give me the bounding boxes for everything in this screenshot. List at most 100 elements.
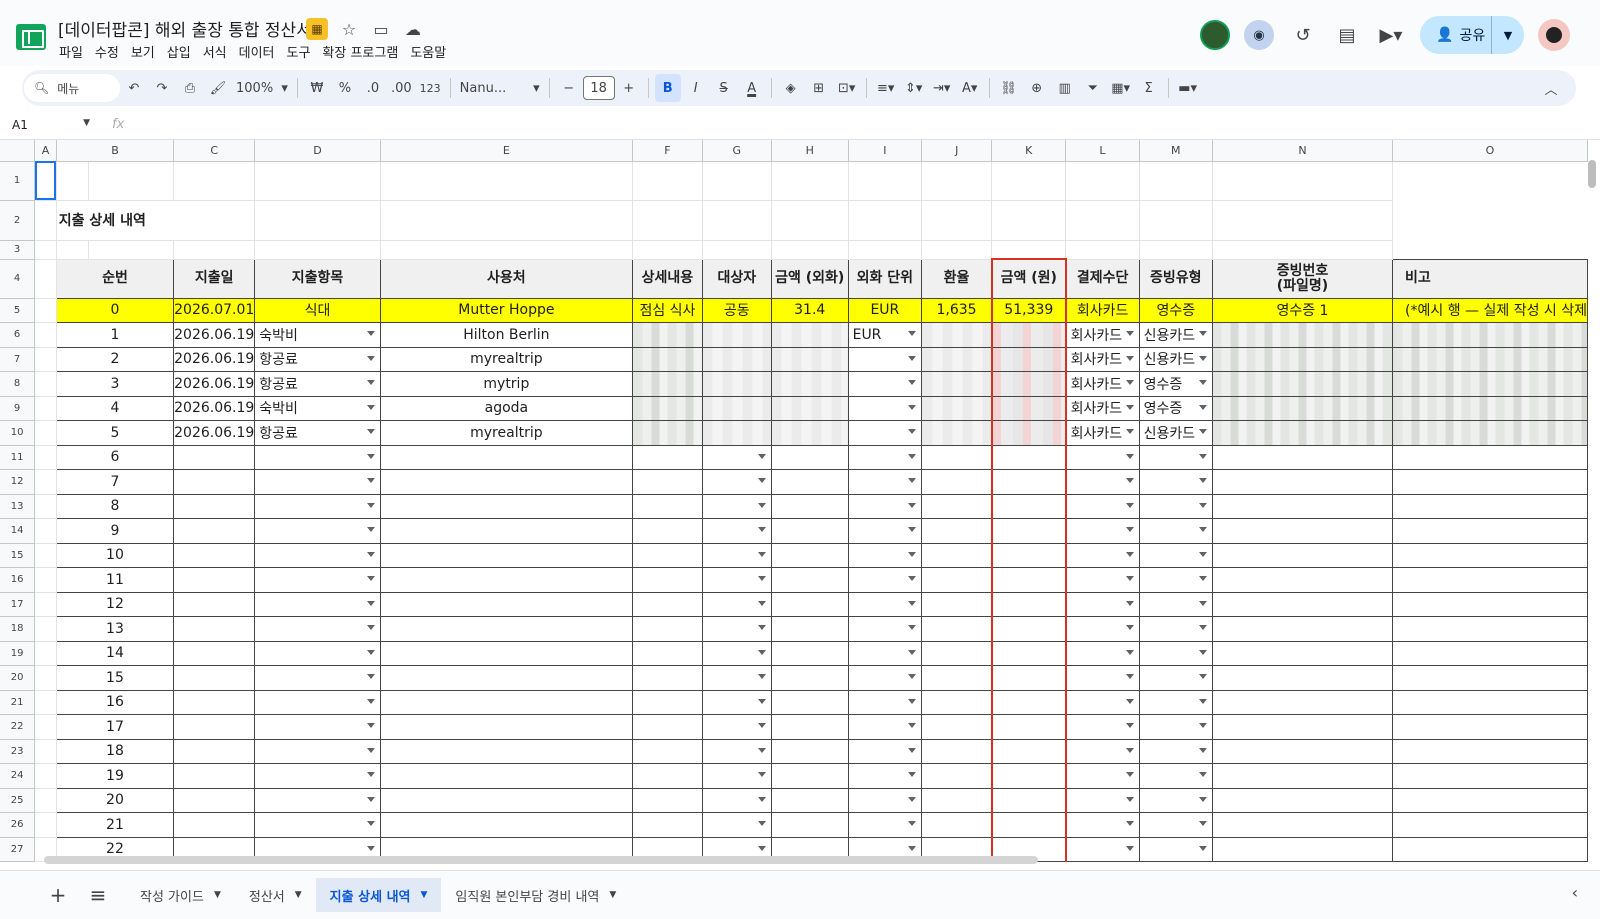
select-all-corner[interactable] — [0, 140, 36, 162]
amount-krw-cell[interactable] — [990, 763, 1067, 789]
target-dropdown[interactable] — [701, 640, 772, 666]
target-dropdown[interactable] — [701, 616, 772, 642]
payment-method-dropdown[interactable] — [1065, 616, 1140, 642]
row-header[interactable]: 17 — [0, 592, 36, 617]
dropdown-chevron-icon[interactable] — [366, 821, 375, 826]
dropdown-chevron-icon[interactable] — [1125, 527, 1134, 532]
menu-extensions[interactable]: 확장 프로그램 — [320, 42, 404, 61]
dropdown-chevron-icon[interactable] — [1198, 649, 1207, 655]
expense-category-dropdown[interactable]: 숙박비 — [254, 322, 381, 348]
cell[interactable] — [1065, 240, 1140, 260]
dropdown-chevron-icon[interactable] — [1198, 747, 1207, 753]
dropdown-chevron-icon[interactable] — [1125, 821, 1134, 826]
dropdown-chevron-icon[interactable] — [757, 478, 766, 483]
amount-fx-cell[interactable] — [770, 591, 849, 617]
proof-number-cell[interactable] — [1211, 567, 1394, 593]
payment-method-dropdown[interactable] — [1065, 836, 1140, 862]
proof-type-dropdown[interactable] — [1138, 518, 1213, 544]
tab-menu-icon[interactable]: ▼ — [420, 890, 427, 900]
cell[interactable] — [254, 240, 381, 260]
amount-fx-cell[interactable] — [770, 689, 849, 715]
dropdown-chevron-icon[interactable] — [908, 380, 917, 385]
detail-cell[interactable] — [632, 591, 703, 617]
proof-type-dropdown[interactable] — [1138, 567, 1213, 593]
row-number[interactable]: 9 — [55, 518, 175, 544]
row-header[interactable]: 24 — [0, 763, 36, 789]
increase-decimal-button[interactable]: .00 — [388, 74, 415, 102]
tab-expense-details[interactable]: 지출 상세 내역 ▼ — [315, 878, 442, 912]
dropdown-chevron-icon[interactable] — [908, 355, 917, 361]
row-number[interactable]: 11 — [55, 567, 175, 593]
expense-date[interactable] — [173, 591, 256, 617]
rate-cell[interactable] — [921, 738, 993, 764]
rate-cell[interactable] — [921, 812, 993, 838]
vendor-cell[interactable]: agoda — [379, 395, 634, 421]
borders-icon[interactable]: ⊞ — [806, 74, 832, 102]
rate-cell[interactable] — [921, 714, 993, 740]
row-header[interactable]: 25 — [0, 788, 36, 813]
expense-date[interactable]: 2026.06.19 — [173, 420, 256, 446]
document-title[interactable]: [데이터팝콘] 해외 출장 통합 정산서 — [58, 16, 312, 41]
account-avatar[interactable] — [1538, 19, 1570, 51]
cell[interactable] — [254, 200, 381, 241]
expense-category-dropdown[interactable] — [254, 763, 381, 789]
name-box[interactable]: A1 ▼ — [12, 118, 90, 132]
currency-dropdown[interactable] — [847, 371, 923, 397]
column-header-j[interactable]: J — [921, 140, 993, 162]
proof-type-dropdown[interactable] — [1138, 763, 1213, 789]
insert-link-icon[interactable]: ⛓ — [996, 74, 1022, 102]
cell[interactable] — [991, 200, 1067, 241]
insert-chart-icon[interactable]: ▥ — [1052, 74, 1078, 102]
detail-cell[interactable] — [632, 616, 703, 642]
example-amount-krw[interactable]: 51,339 — [990, 297, 1067, 323]
expense-date[interactable] — [173, 787, 256, 813]
dropdown-chevron-icon[interactable] — [908, 331, 917, 336]
proof-type-dropdown[interactable] — [1138, 469, 1213, 495]
expense-category-dropdown[interactable] — [254, 689, 381, 715]
cell[interactable] — [380, 200, 634, 241]
cell[interactable] — [848, 200, 923, 241]
payment-method-dropdown[interactable]: 회사카드 — [1065, 371, 1140, 397]
proof-type-dropdown[interactable]: 영수증 — [1138, 395, 1213, 421]
expense-category-dropdown[interactable] — [254, 640, 381, 666]
dropdown-chevron-icon[interactable] — [908, 453, 917, 459]
menu-view[interactable]: 보기 — [129, 42, 161, 61]
payment-method-dropdown[interactable]: 회사카드 — [1065, 346, 1140, 372]
amount-krw-cell[interactable] — [990, 640, 1067, 666]
font-size-input[interactable]: 18 — [582, 76, 615, 100]
cell[interactable] — [254, 161, 381, 201]
currency-dropdown[interactable] — [847, 493, 923, 519]
cell[interactable] — [34, 518, 57, 544]
dropdown-chevron-icon[interactable] — [1125, 331, 1134, 336]
proof-number-cell[interactable] — [1211, 493, 1394, 519]
dropdown-chevron-icon[interactable] — [366, 527, 375, 532]
rate-cell[interactable] — [921, 591, 993, 617]
dropdown-chevron-icon[interactable] — [1198, 551, 1207, 557]
text-wrap-icon[interactable]: ⇥▾ — [929, 74, 955, 102]
proof-type-dropdown[interactable] — [1138, 787, 1213, 813]
amount-fx-cell[interactable] — [770, 542, 849, 568]
cell[interactable] — [173, 161, 256, 201]
column-header-b[interactable]: B — [56, 140, 175, 162]
payment-method-dropdown[interactable]: 회사카드 — [1065, 322, 1140, 348]
note-cell[interactable] — [1392, 738, 1588, 764]
amount-krw-cell[interactable] — [990, 518, 1067, 544]
dropdown-chevron-icon[interactable] — [1125, 576, 1134, 581]
dropdown-chevron-icon[interactable] — [366, 478, 375, 483]
dropdown-chevron-icon[interactable] — [1125, 429, 1134, 434]
detail-cell[interactable] — [632, 640, 703, 666]
note-cell[interactable] — [1392, 714, 1588, 740]
column-header-n[interactable]: N — [1212, 140, 1394, 162]
dropdown-chevron-icon[interactable] — [366, 600, 375, 606]
currency-dropdown[interactable] — [847, 738, 923, 764]
column-header-m[interactable]: M — [1139, 140, 1213, 162]
cell[interactable] — [34, 298, 57, 323]
cell[interactable] — [991, 240, 1067, 260]
cell[interactable] — [848, 161, 923, 201]
amount-fx-cell[interactable] — [770, 812, 849, 838]
amount-fx-cell[interactable] — [770, 787, 849, 813]
expense-date[interactable] — [173, 518, 256, 544]
note-cell[interactable] — [1392, 689, 1588, 715]
cell[interactable] — [34, 445, 57, 470]
amount-fx-cell[interactable] — [770, 738, 849, 764]
